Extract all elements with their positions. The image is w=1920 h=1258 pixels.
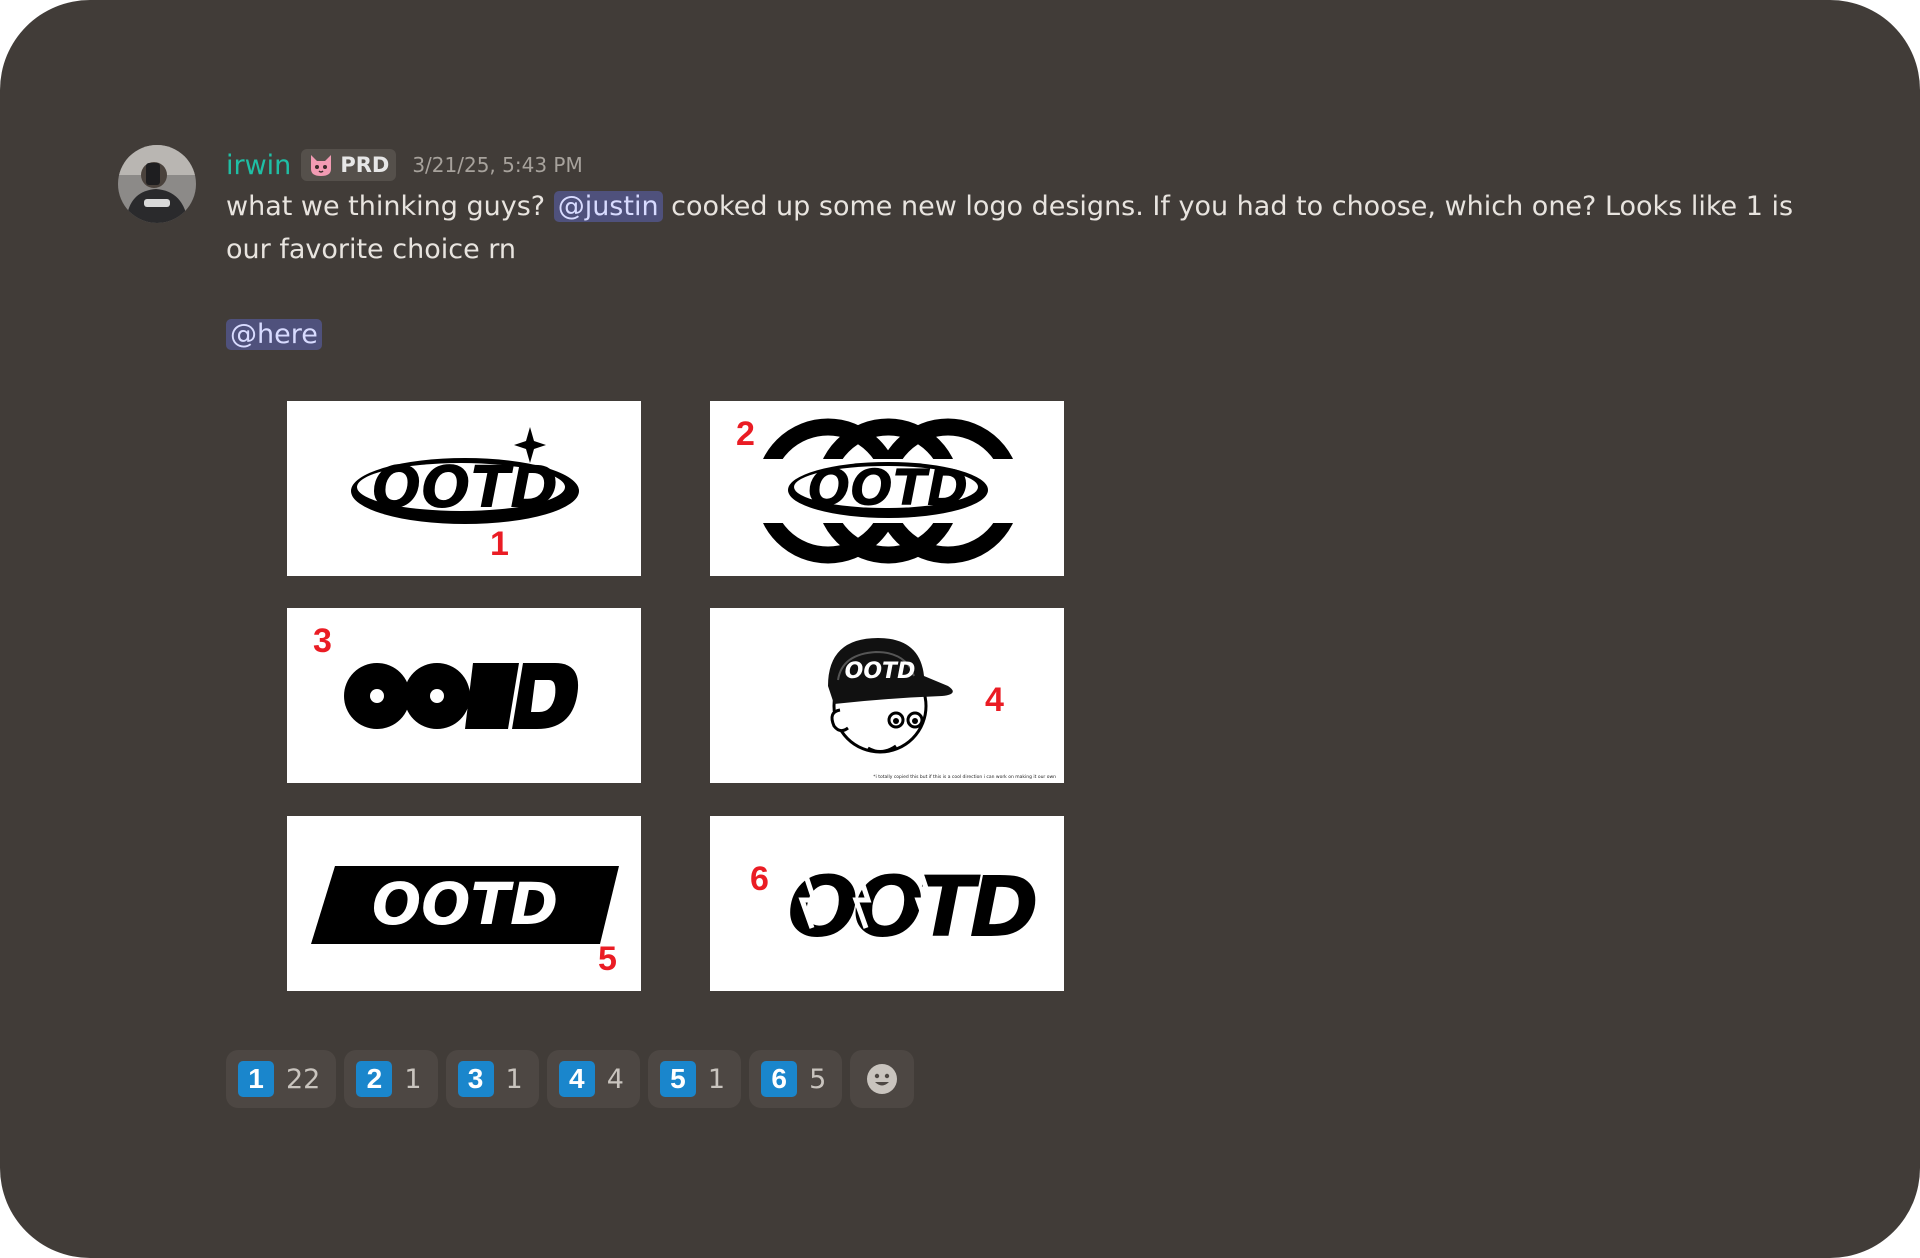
pink-cat-icon (311, 155, 332, 176)
reaction-count: 1 (505, 1063, 523, 1095)
reaction-keycap-4[interactable]: 4 4 (546, 1050, 640, 1108)
logo-attachment-5[interactable]: OOTD 5 (287, 816, 641, 991)
logo-4-number: 4 (985, 681, 1004, 719)
logo-2-image: OOTD (750, 418, 1025, 564)
logo-1-wordmark: OOTD (372, 453, 558, 521)
reaction-bar: 1 22 2 1 3 1 4 4 5 1 6 5 (226, 1050, 915, 1108)
keycap-3-icon: 3 (457, 1061, 494, 1097)
role-badge-label: PRD (340, 153, 390, 177)
logo-attachment-3[interactable]: 3 (287, 608, 641, 783)
logo-2-wordmark: OOTD (808, 459, 969, 517)
avatar-image (118, 145, 196, 223)
reaction-keycap-5[interactable]: 5 1 (647, 1050, 742, 1108)
reaction-keycap-6[interactable]: 6 5 (749, 1050, 843, 1108)
role-badge[interactable]: PRD (301, 149, 397, 181)
message-text: what we thinking guys? @justin cooked up… (226, 185, 1796, 271)
smiley-face-icon (867, 1064, 898, 1094)
logo-3-image (344, 663, 579, 729)
logo-attachment-2[interactable]: OOTD 2 (710, 401, 1064, 576)
logo-6-image: OOTD (787, 858, 1042, 956)
logo-attachment-1[interactable]: OOTD 1 (287, 401, 641, 576)
logo-6-number: 6 (750, 860, 769, 898)
logo-5-image: OOTD (311, 866, 619, 944)
logo-1-number: 1 (490, 525, 509, 563)
message-text-start: what we thinking guys? (226, 191, 554, 222)
user-avatar[interactable] (118, 145, 196, 223)
message-timestamp[interactable]: 3/21/25, 5:43 PM (412, 153, 582, 177)
logo-5-number: 5 (598, 940, 617, 978)
logo-attachment-4[interactable]: OOTD *i totally copied this but if this … (710, 608, 1064, 783)
logo-3-number: 3 (313, 622, 332, 660)
keycap-2-icon: 2 (356, 1061, 393, 1097)
reaction-count: 1 (707, 1063, 726, 1095)
logo-6-wordmark: OOTD (787, 858, 1036, 956)
reaction-keycap-2[interactable]: 2 1 (344, 1050, 438, 1108)
logo-4-footnote: *i totally copied this but if this is a … (873, 774, 1056, 780)
reaction-count: 1 (404, 1063, 422, 1095)
keycap-5-icon: 5 (659, 1061, 696, 1097)
message-card: irwin PRD 3/21/25, 5:43 PM what we think… (0, 0, 1920, 1258)
username[interactable]: irwin (226, 150, 291, 181)
keycap-4-icon: 4 (558, 1061, 595, 1097)
reaction-keycap-3[interactable]: 3 1 (445, 1050, 539, 1108)
keycap-1-icon: 1 (238, 1061, 274, 1097)
reaction-keycap-1[interactable]: 1 22 (226, 1050, 337, 1108)
reaction-count: 5 (809, 1063, 827, 1095)
logo-4-wordmark: OOTD (845, 659, 916, 684)
logo-4-image: OOTD *i totally copied this but if this … (828, 638, 1056, 780)
mention-justin[interactable]: @justin (553, 191, 663, 222)
message-content: what we thinking guys? @justin cooked up… (226, 185, 1796, 356)
logo-attachment-6[interactable]: OOTD 6 (710, 816, 1064, 991)
reaction-count: 4 (606, 1063, 624, 1095)
reaction-count: 22 (286, 1063, 321, 1095)
keycap-6-icon: 6 (761, 1061, 798, 1097)
logo-1-image: OOTD (351, 427, 579, 524)
logo-5-wordmark: OOTD (372, 870, 558, 938)
mention-here[interactable]: @here (226, 319, 322, 350)
logo-2-number: 2 (736, 415, 755, 453)
message-header: irwin PRD 3/21/25, 5:43 PM (226, 145, 583, 185)
add-reaction-button[interactable] (850, 1050, 915, 1108)
